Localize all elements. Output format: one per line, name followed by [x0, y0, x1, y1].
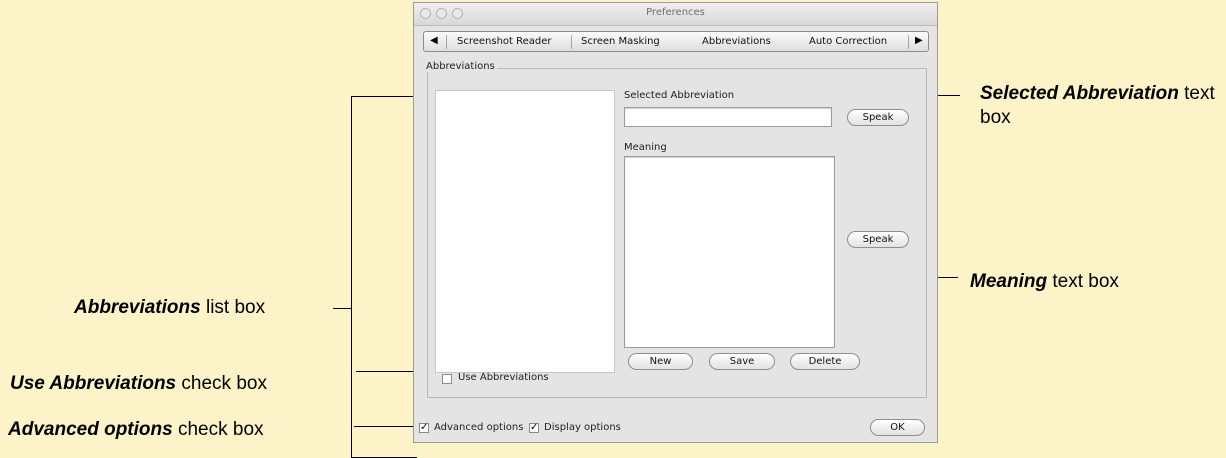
- callout-bracket-top: [351, 96, 417, 97]
- title-bar: Preferences: [414, 3, 937, 26]
- tab-separator: [446, 35, 447, 49]
- callout-advanced-bold: Advanced options: [8, 419, 173, 440]
- window-title: Preferences: [646, 7, 705, 18]
- callout-selected-bold: Selected Abbreviation: [980, 83, 1179, 104]
- speak-meaning-button[interactable]: Speak: [847, 231, 909, 248]
- display-options-label: Display options: [544, 422, 621, 433]
- callout-abbrev-rest: list box: [205, 297, 266, 318]
- callout-line-advanced: [354, 426, 422, 427]
- tab-prev-icon[interactable]: ◀: [430, 35, 438, 46]
- callout-meaning-rest: text box: [1052, 271, 1119, 292]
- tab-separator: [908, 35, 909, 49]
- tab-abbreviations[interactable]: Abbreviations: [702, 36, 771, 47]
- callout-use-abbreviations: Use Abbreviations check box: [10, 372, 267, 396]
- callout-meaning-bold: Meaning: [970, 271, 1048, 292]
- meaning-label: Meaning: [624, 142, 667, 153]
- use-abbreviations-label: Use Abbreviations: [458, 372, 549, 383]
- advanced-options-label: Advanced options: [434, 422, 524, 433]
- abbreviations-list-box[interactable]: [435, 90, 615, 373]
- callout-advanced-rest: check box: [177, 419, 264, 440]
- callout-abbrev-bold: Abbreviations: [74, 297, 201, 318]
- speak-selected-button[interactable]: Speak: [847, 109, 909, 126]
- tab-screenshot-reader[interactable]: Screenshot Reader: [457, 36, 552, 47]
- tab-auto-correction[interactable]: Auto Correction: [809, 36, 887, 47]
- tab-bar: ◀ Screenshot Reader Screen Masking Abbre…: [423, 31, 929, 52]
- save-button[interactable]: Save: [709, 353, 775, 370]
- callout-bracket-stub: [333, 308, 351, 309]
- display-options-checkbox[interactable]: ✓: [529, 423, 539, 433]
- tab-screen-masking[interactable]: Screen Masking: [581, 36, 660, 47]
- callout-abbreviations-list: Abbreviations list box: [74, 296, 265, 320]
- use-abbreviations-checkbox[interactable]: [442, 374, 452, 384]
- callout-advanced-options: Advanced options check box: [8, 418, 264, 442]
- tab-next-icon[interactable]: ▶: [915, 35, 923, 46]
- new-button[interactable]: New: [628, 353, 693, 370]
- callout-use-rest: check box: [181, 373, 267, 394]
- selected-abbreviation-input[interactable]: [624, 107, 832, 127]
- ok-button[interactable]: OK: [870, 419, 925, 436]
- callout-bracket-vertical: [351, 96, 352, 458]
- preferences-window: Preferences ◀ Screenshot Reader Screen M…: [413, 2, 938, 443]
- callout-selected-abbreviation: Selected Abbreviation text box: [980, 82, 1220, 130]
- delete-button[interactable]: Delete: [790, 353, 860, 370]
- meaning-text-box[interactable]: [624, 156, 835, 348]
- advanced-options-checkbox[interactable]: ✓: [419, 423, 429, 433]
- abbreviations-group-label: Abbreviations: [424, 61, 497, 72]
- tab-separator: [571, 35, 572, 49]
- selected-abbreviation-label: Selected Abbreviation: [624, 90, 735, 101]
- callout-meaning: Meaning text box: [970, 270, 1119, 294]
- callout-use-bold: Use Abbreviations: [10, 373, 177, 394]
